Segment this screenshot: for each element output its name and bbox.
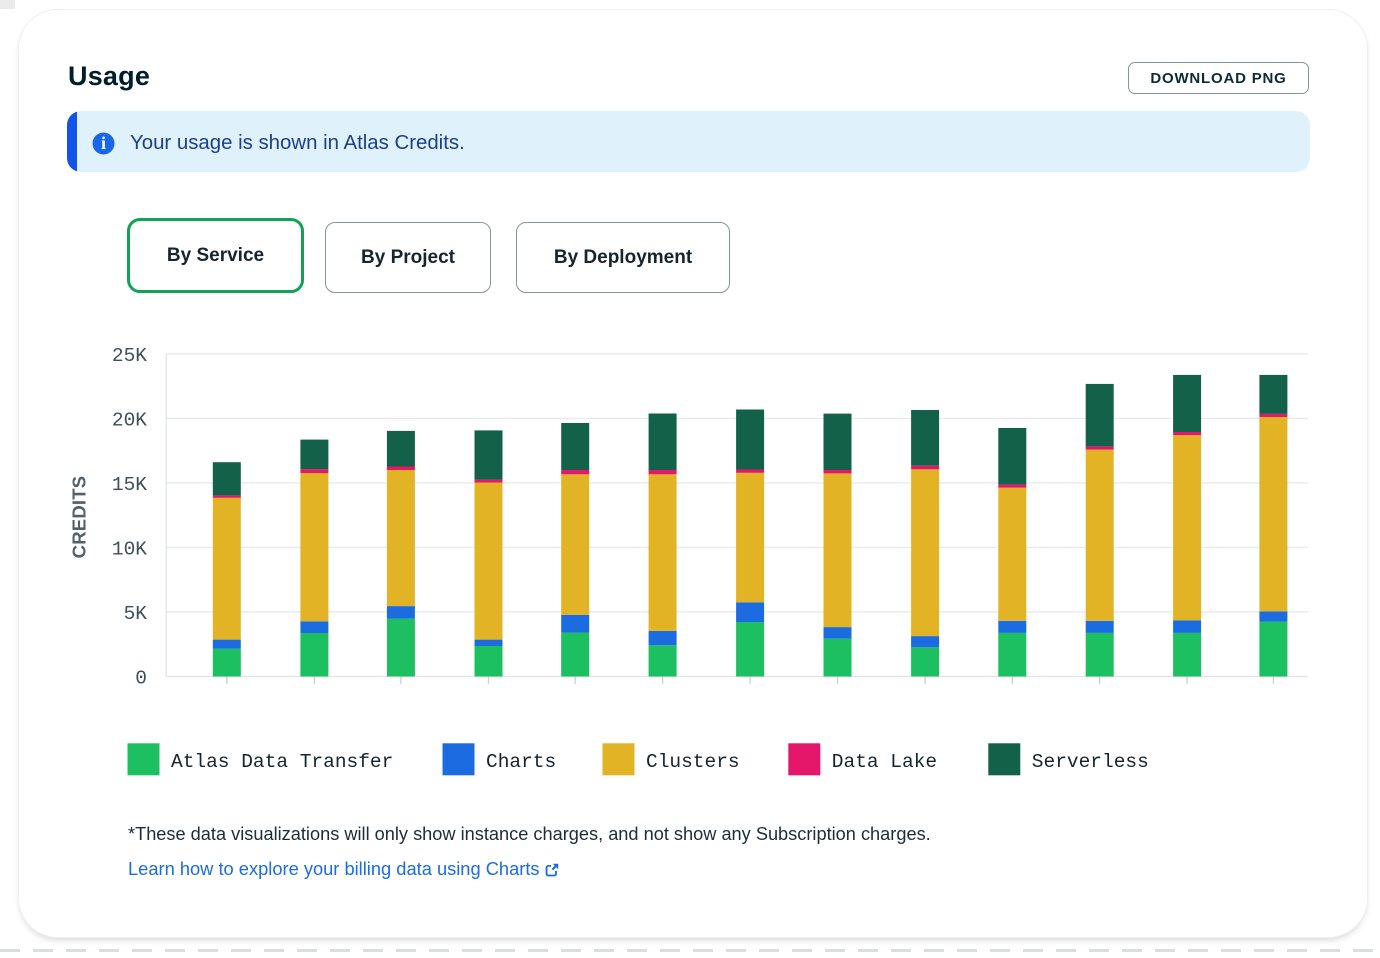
svg-text:20K: 20K: [112, 409, 147, 431]
svg-text:Data Lake: Data Lake: [832, 751, 937, 773]
svg-text:5K: 5K: [124, 603, 148, 625]
svg-text:Charts: Charts: [486, 751, 556, 773]
svg-text:10K: 10K: [112, 538, 147, 560]
svg-text:Atlas Data Transfer: Atlas Data Transfer: [171, 751, 393, 773]
svg-text:CREDITS: CREDITS: [69, 476, 90, 559]
svg-text:0: 0: [135, 667, 147, 689]
svg-text:Clusters: Clusters: [646, 751, 740, 773]
svg-text:Serverless: Serverless: [1032, 751, 1149, 773]
svg-text:25K: 25K: [112, 345, 147, 367]
svg-text:15K: 15K: [112, 474, 147, 496]
